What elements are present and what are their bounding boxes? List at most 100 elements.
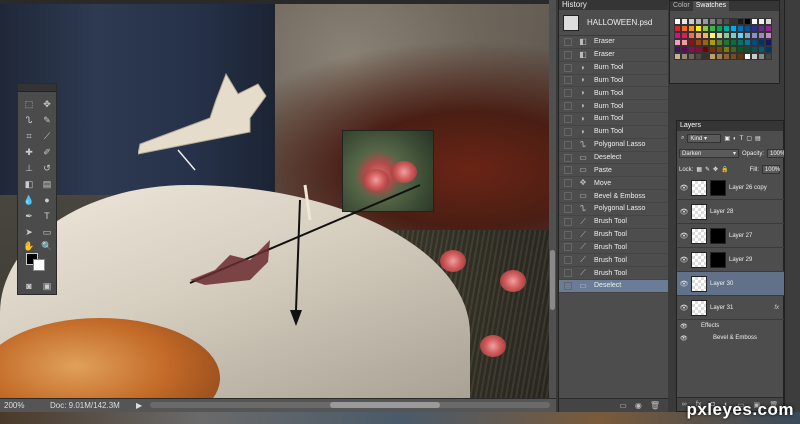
filter-smart-icon[interactable]: ▤ bbox=[755, 135, 761, 142]
layer-name[interactable]: Layer 26 copy bbox=[729, 185, 767, 191]
color-swatch[interactable] bbox=[702, 25, 709, 32]
history-brush-source-checkbox[interactable] bbox=[564, 243, 572, 252]
layer-mask-thumbnail[interactable] bbox=[710, 179, 726, 196]
history-state-row[interactable]: ⟋ Brush Tool bbox=[559, 229, 668, 242]
new-snapshot-icon[interactable]: ◉ bbox=[635, 401, 642, 410]
history-brush-source-checkbox[interactable] bbox=[564, 89, 572, 98]
tools-panel-header[interactable] bbox=[18, 84, 56, 92]
color-swatch[interactable] bbox=[744, 25, 751, 32]
history-brush-source-checkbox[interactable] bbox=[564, 114, 572, 123]
color-swatch[interactable] bbox=[716, 46, 723, 53]
color-swatch[interactable] bbox=[674, 32, 681, 39]
history-brush-source-checkbox[interactable] bbox=[564, 76, 572, 85]
blur-tool-icon[interactable]: 💧 bbox=[22, 194, 36, 206]
history-brush-source-checkbox[interactable] bbox=[564, 127, 572, 136]
hand-tool-icon[interactable]: ✋ bbox=[22, 240, 36, 252]
zoom-level[interactable]: 200% bbox=[0, 401, 30, 410]
history-snapshot[interactable]: HALLOWEEN.psd bbox=[559, 10, 668, 36]
visibility-eye-icon[interactable]: 👁 bbox=[677, 208, 691, 216]
history-brush-source-checkbox[interactable] bbox=[564, 217, 572, 226]
color-swatch[interactable] bbox=[765, 18, 772, 25]
color-swatch[interactable] bbox=[688, 25, 695, 32]
color-swatch[interactable] bbox=[723, 53, 730, 60]
horizontal-scrollbar[interactable] bbox=[150, 402, 550, 408]
color-swatch[interactable] bbox=[730, 39, 737, 46]
color-swatch[interactable] bbox=[744, 46, 751, 53]
color-swatch[interactable] bbox=[758, 25, 765, 32]
color-swatch[interactable] bbox=[709, 25, 716, 32]
layer-row[interactable]: 👁 Layer 27 bbox=[677, 224, 785, 248]
blend-mode-select[interactable]: Darken ▾ bbox=[679, 149, 739, 158]
color-swatch[interactable] bbox=[716, 18, 723, 25]
color-swatch[interactable] bbox=[765, 32, 772, 39]
history-state-row[interactable]: ◧ Eraser bbox=[559, 49, 668, 62]
color-swatch[interactable] bbox=[765, 46, 772, 53]
history-brush-source-checkbox[interactable] bbox=[564, 230, 572, 239]
color-swatch[interactable] bbox=[716, 32, 723, 39]
filter-shape-icon[interactable]: ▢ bbox=[746, 135, 752, 142]
layer-row[interactable]: 👁 Layer 28 bbox=[677, 200, 785, 224]
color-swatch[interactable] bbox=[737, 18, 744, 25]
layer-thumbnail[interactable] bbox=[691, 251, 707, 268]
layer-name[interactable]: Layer 29 bbox=[729, 257, 752, 263]
color-swatch[interactable] bbox=[751, 53, 758, 60]
history-state-row[interactable]: ⟋ Brush Tool bbox=[559, 216, 668, 229]
color-swatch[interactable] bbox=[730, 32, 737, 39]
history-brush-source-checkbox[interactable] bbox=[564, 281, 572, 290]
horizontal-scroll-thumb[interactable] bbox=[330, 402, 440, 408]
history-state-row[interactable]: ◧ Eraser bbox=[559, 36, 668, 49]
color-swatch[interactable] bbox=[730, 46, 737, 53]
history-state-row[interactable]: ⟋ Brush Tool bbox=[559, 242, 668, 255]
move-tool-icon[interactable]: ✥ bbox=[40, 98, 54, 110]
color-swatch[interactable] bbox=[674, 53, 681, 60]
history-brush-source-checkbox[interactable] bbox=[564, 269, 572, 278]
lock-pixels-icon[interactable]: ✎ bbox=[705, 166, 710, 173]
color-swatch[interactable] bbox=[765, 39, 772, 46]
visibility-eye-icon[interactable]: 👁 bbox=[677, 304, 691, 312]
color-swatch[interactable] bbox=[688, 46, 695, 53]
clone-stamp-tool-icon[interactable]: ⊥ bbox=[22, 162, 36, 174]
color-swatch[interactable] bbox=[681, 53, 688, 60]
color-swatch[interactable] bbox=[751, 46, 758, 53]
visibility-eye-icon[interactable]: 👁 bbox=[677, 184, 691, 192]
crop-tool-icon[interactable]: ⌗ bbox=[22, 130, 36, 142]
color-swatch[interactable] bbox=[674, 18, 681, 25]
filter-adjust-icon[interactable]: ◐ bbox=[733, 136, 737, 142]
color-swatch[interactable] bbox=[695, 25, 702, 32]
tab-swatches[interactable]: Swatches bbox=[692, 1, 730, 11]
color-swatch[interactable] bbox=[751, 25, 758, 32]
layers-tab[interactable]: Layers bbox=[677, 121, 783, 131]
filter-kind-select[interactable]: Kind ▾ bbox=[687, 134, 722, 143]
zoom-tool-icon[interactable]: 🔍 bbox=[40, 240, 54, 252]
color-swatch[interactable] bbox=[681, 46, 688, 53]
pen-tool-icon[interactable]: ✒ bbox=[22, 210, 36, 222]
history-state-row[interactable]: ◗ Burn Tool bbox=[559, 126, 668, 139]
layer-mask-thumbnail[interactable] bbox=[710, 251, 726, 268]
path-select-tool-icon[interactable]: ➤ bbox=[22, 226, 36, 238]
history-brush-tool-icon[interactable]: ↺ bbox=[40, 162, 54, 174]
color-swatch[interactable] bbox=[751, 39, 758, 46]
color-swatch[interactable] bbox=[709, 18, 716, 25]
vertical-scroll-thumb[interactable] bbox=[550, 250, 555, 310]
effects-row[interactable]: 👁 Effects bbox=[677, 320, 785, 332]
layer-name[interactable]: Layer 28 bbox=[710, 209, 733, 215]
color-swatch[interactable] bbox=[709, 46, 716, 53]
color-swatch[interactable] bbox=[716, 53, 723, 60]
layer-row[interactable]: 👁 Layer 29 bbox=[677, 248, 785, 272]
color-swatch[interactable] bbox=[709, 53, 716, 60]
document-canvas[interactable] bbox=[0, 0, 556, 398]
color-swatch[interactable] bbox=[681, 32, 688, 39]
color-swatch[interactable] bbox=[758, 46, 765, 53]
lock-transparent-icon[interactable]: ▦ bbox=[696, 166, 702, 173]
history-brush-source-checkbox[interactable] bbox=[564, 166, 572, 175]
color-swatch[interactable] bbox=[751, 18, 758, 25]
visibility-eye-icon[interactable]: 👁 bbox=[677, 232, 691, 240]
visibility-eye-icon[interactable]: 👁 bbox=[677, 256, 691, 264]
gradient-tool-icon[interactable]: ▤ bbox=[40, 178, 54, 190]
color-swatch[interactable] bbox=[758, 18, 765, 25]
color-swatch[interactable] bbox=[737, 39, 744, 46]
layer-thumbnail[interactable] bbox=[691, 227, 707, 244]
quick-select-tool-icon[interactable]: ✎ bbox=[40, 114, 54, 126]
color-swatch[interactable] bbox=[716, 39, 723, 46]
color-swatch[interactable] bbox=[723, 46, 730, 53]
